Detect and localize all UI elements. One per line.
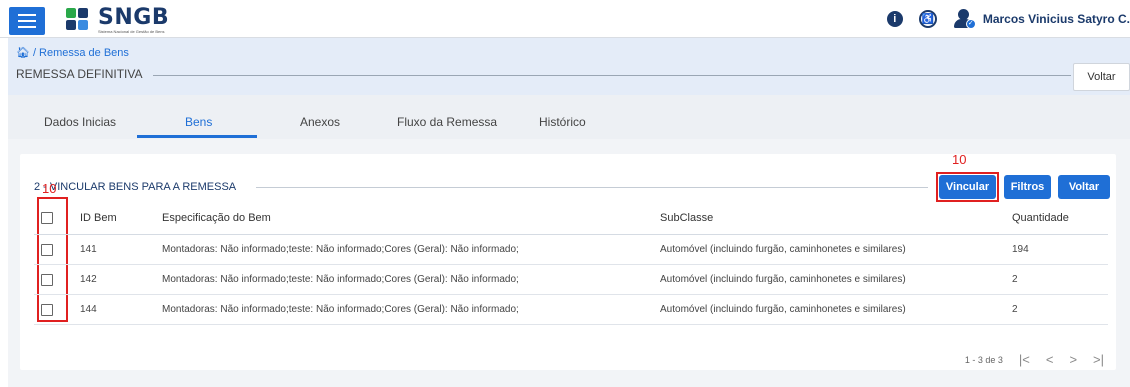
app-logo[interactable]: SNGB Sistema Nacional de Gestão de Bens — [66, 6, 169, 34]
table-row[interactable]: 141 Montadoras: Não informado;teste: Não… — [34, 235, 1108, 265]
home-icon[interactable]: 🏠︎ — [16, 46, 30, 59]
column-header-especificacao[interactable]: Especificação do Bem — [162, 201, 271, 234]
hamburger-menu-button[interactable] — [9, 7, 45, 35]
user-avatar-icon[interactable]: ✓ — [953, 8, 976, 30]
cell-quantidade: 2 — [1012, 274, 1018, 285]
active-tab-indicator — [137, 135, 257, 138]
filtros-button[interactable]: Filtros — [1004, 175, 1051, 199]
page-header: 🏠︎ / Remessa de Bens REMESSA DEFINITIVA … — [8, 38, 1130, 95]
paginator-range: 1 - 3 de 3 — [964, 354, 1003, 365]
cell-subclasse: Automóvel (incluindo furgão, caminhonete… — [660, 304, 906, 315]
section-divider — [256, 187, 928, 188]
column-header-subclasse[interactable]: SubClasse — [660, 201, 713, 234]
menu-icon-line — [18, 14, 36, 16]
select-all-checkbox[interactable] — [41, 211, 53, 224]
section-title: 2 - VINCULAR BENS PARA A REMESSA — [34, 181, 237, 193]
first-page-icon[interactable]: |< — [1019, 352, 1030, 367]
cell-especificacao: Montadoras: Não informado;teste: Não inf… — [162, 244, 519, 255]
tab-dados-iniciais[interactable]: Dados Inicias — [44, 115, 116, 129]
breadcrumb-link-remessa[interactable]: Remessa de Bens — [39, 47, 129, 59]
top-bar: SNGB Sistema Nacional de Gestão de Bens … — [0, 0, 1130, 38]
previous-page-icon[interactable]: < — [1046, 352, 1054, 367]
tab-bens[interactable]: Bens — [185, 115, 212, 129]
cell-quantidade: 2 — [1012, 304, 1018, 315]
section-back-button[interactable]: Voltar — [1058, 175, 1110, 199]
next-page-icon[interactable]: > — [1069, 352, 1077, 367]
cell-quantidade: 194 — [1012, 244, 1029, 255]
cell-id: 144 — [80, 304, 97, 315]
menu-icon-line — [18, 26, 36, 28]
column-header-quantidade[interactable]: Quantidade — [1012, 201, 1069, 234]
logo-subtitle: Sistema Nacional de Gestão de Bens — [98, 28, 165, 34]
cell-id: 142 — [80, 274, 97, 285]
last-page-icon[interactable]: >| — [1093, 352, 1104, 367]
cell-especificacao: Montadoras: Não informado;teste: Não inf… — [162, 304, 519, 315]
breadcrumb: 🏠︎ / Remessa de Bens — [16, 46, 129, 60]
cell-especificacao: Montadoras: Não informado;teste: Não inf… — [162, 274, 519, 285]
cell-id: 141 — [80, 244, 97, 255]
annotation-number-checkbox: 10 — [42, 181, 57, 196]
tab-fluxo-remessa[interactable]: Fluxo da Remessa — [397, 115, 497, 129]
vincular-button[interactable]: Vincular — [939, 175, 996, 199]
table-header-row: ID Bem Especificação do Bem SubClasse Qu… — [34, 201, 1108, 235]
title-divider — [153, 75, 1071, 76]
tab-anexos[interactable]: Anexos — [300, 115, 340, 129]
cell-subclasse: Automóvel (incluindo furgão, caminhonete… — [660, 244, 906, 255]
cell-subclasse: Automóvel (incluindo furgão, caminhonete… — [660, 274, 906, 285]
breadcrumb-separator: / — [32, 46, 37, 59]
paginator: 1 - 3 de 3 |< < > >| — [965, 352, 1104, 367]
logo-mark-icon — [66, 8, 94, 32]
accessibility-icon[interactable]: ♿ — [918, 10, 937, 28]
header-back-button[interactable]: Voltar — [1073, 63, 1130, 91]
table-row[interactable]: 144 Montadoras: Não informado;teste: Não… — [34, 295, 1108, 325]
row-checkbox[interactable] — [41, 243, 53, 256]
page-title: REMESSA DEFINITIVA — [16, 67, 143, 81]
table-row[interactable]: 142 Montadoras: Não informado;teste: Não… — [34, 265, 1108, 295]
select-all-checkbox-cell — [41, 201, 53, 234]
column-header-id[interactable]: ID Bem — [80, 201, 117, 234]
tab-bar: Dados Inicias Bens Anexos Fluxo da Remes… — [8, 95, 1130, 139]
content-area: 2 - VINCULAR BENS PARA A REMESSA 10 Vinc… — [8, 139, 1130, 387]
tab-historico[interactable]: Histórico — [539, 115, 586, 129]
bens-card: 2 - VINCULAR BENS PARA A REMESSA 10 Vinc… — [20, 152, 1116, 370]
row-checkbox[interactable] — [41, 273, 53, 286]
row-checkbox[interactable] — [41, 303, 53, 316]
bens-table: ID Bem Especificação do Bem SubClasse Qu… — [34, 201, 1108, 325]
annotation-number-vincular: 10 — [952, 152, 967, 167]
info-icon[interactable]: i — [886, 11, 903, 27]
user-name[interactable]: Marcos Vinicius Satyro C. — [983, 12, 1130, 26]
menu-icon-line — [18, 20, 36, 22]
logo-title: SNGB — [98, 4, 170, 30]
